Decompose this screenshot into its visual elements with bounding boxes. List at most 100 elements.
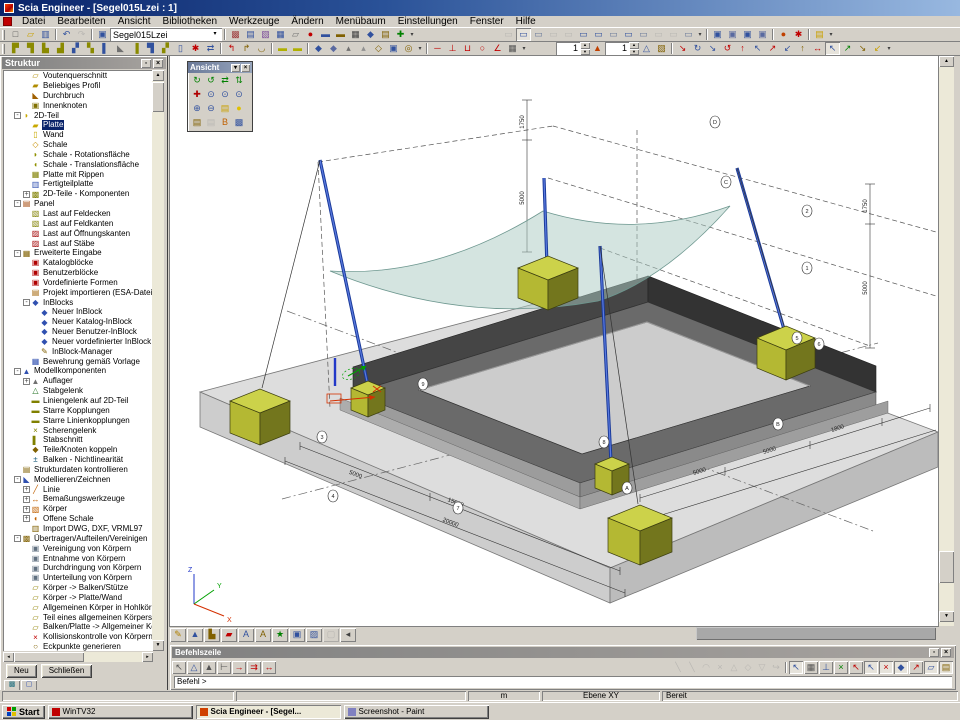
activity-tool-icon[interactable]: ↺: [720, 42, 735, 55]
menu-item[interactable]: Menübaum: [330, 16, 392, 28]
tree-item[interactable]: - ◗ 2D-Teil: [3, 110, 153, 120]
zoom-extent-icon[interactable]: ⊕: [190, 102, 204, 115]
viewport-tool-icon[interactable]: ▲: [187, 628, 203, 642]
menu-item[interactable]: Bearbeiten: [51, 16, 111, 28]
tree-expander-icon[interactable]: -: [14, 200, 21, 207]
view-layout-icon[interactable]: ▭: [651, 28, 666, 41]
taskbar-task[interactable]: Screenshot - Paint: [344, 705, 489, 719]
menu-item[interactable]: Ansicht: [112, 16, 157, 28]
tree-expander-icon[interactable]: +: [23, 486, 30, 493]
command-tool-icon[interactable]: ⊢: [217, 661, 231, 674]
tree-vertical-scrollbar[interactable]: ▲ ▼: [152, 70, 164, 651]
scroll-down-icon[interactable]: ▼: [939, 611, 954, 622]
tree-item[interactable]: + ▩ 2D-Teile - Komponenten: [3, 189, 153, 199]
zoom-extent-icon[interactable]: ⊖: [204, 102, 218, 115]
sidebar-tab[interactable]: ▩: [4, 680, 20, 690]
tree-item[interactable]: ▱ Allgemeinen Körper in Hohlkörper: [3, 603, 153, 613]
tree-item[interactable]: × Kollisionskontrolle von Körpern: [3, 632, 153, 642]
command-tool-icon[interactable]: ▲: [202, 661, 216, 674]
tree-expander-icon[interactable]: -: [14, 250, 21, 257]
snap-tool-icon[interactable]: ◠: [699, 661, 713, 674]
tree-expander-icon[interactable]: +: [23, 496, 30, 503]
viewport-tool-icon[interactable]: ★: [272, 628, 288, 642]
tree-item[interactable]: × Scherengelenk: [3, 425, 153, 435]
view-layout-icon[interactable]: ▭: [501, 28, 516, 41]
project-tool-icon[interactable]: ✚: [393, 28, 408, 41]
tree-item[interactable]: ▌ Stabschnitt: [3, 435, 153, 445]
file-tool-icon[interactable]: ▱: [23, 28, 38, 41]
tree-expander-icon[interactable]: -: [14, 535, 21, 542]
misc-tool-icon[interactable]: ●: [776, 28, 791, 41]
snap-tool-icon[interactable]: ↖: [849, 661, 863, 674]
toolbar-grip[interactable]: [2, 44, 5, 54]
toolbar-overflow-icon[interactable]: ▾: [885, 45, 893, 52]
view-rotate-icon[interactable]: ⇄: [218, 74, 232, 87]
render-mode-icon[interactable]: ▤: [190, 116, 204, 129]
start-button[interactable]: Start: [2, 705, 45, 719]
tree-item[interactable]: ◆ Neuer InBlock: [3, 307, 153, 317]
modify-tool-icon[interactable]: ◇: [371, 42, 386, 55]
pin-icon[interactable]: ▫: [141, 59, 151, 68]
tree-item[interactable]: ▰ Beliebiges Profil: [3, 81, 153, 91]
undo-redo-icon[interactable]: ↷: [74, 28, 89, 41]
tree-item[interactable]: ▬ Starre Linienkopplungen: [3, 416, 153, 426]
clipboard-icon[interactable]: ▣: [740, 28, 755, 41]
snap-tool-icon[interactable]: ◆: [894, 661, 908, 674]
tree-item[interactable]: ± Balken - Nichtlinearität: [3, 455, 153, 465]
project-tool-icon[interactable]: ▬: [333, 28, 348, 41]
tree-item[interactable]: + ▲ Auflager: [3, 376, 153, 386]
viewport-vertical-scrollbar[interactable]: ▲ ▼: [939, 56, 954, 626]
tree-item[interactable]: ▣ Unterteilung von Körpern: [3, 573, 153, 583]
project-tool-icon[interactable]: ▩: [228, 28, 243, 41]
tree-item[interactable]: ▨ Last auf Stäbe: [3, 238, 153, 248]
tree-expander-icon[interactable]: -: [14, 476, 21, 483]
modify-tool-icon[interactable]: ◎: [401, 42, 416, 55]
activity-tool-icon[interactable]: ↘: [855, 42, 870, 55]
snap-tool-icon[interactable]: ×: [879, 661, 893, 674]
tree-item[interactable]: ▦ Bewehrung gemäß Vorlage: [3, 356, 153, 366]
project-tool-icon[interactable]: ▤: [378, 28, 393, 41]
modify-tool-icon[interactable]: ◆: [311, 42, 326, 55]
clipboard-icon[interactable]: ▣: [710, 28, 725, 41]
snap-tool-icon[interactable]: ×: [713, 661, 727, 674]
toolbar-overflow-icon[interactable]: ▾: [696, 31, 704, 38]
view-layout-icon[interactable]: ▭: [681, 28, 696, 41]
section-tool-icon[interactable]: ▐: [128, 42, 143, 55]
viewport-tool-icon[interactable]: A: [238, 628, 254, 642]
view-layout-icon[interactable]: ▭: [636, 28, 651, 41]
render-mode-icon[interactable]: ▤: [204, 116, 218, 129]
status-plane[interactable]: Ebene XY: [542, 691, 660, 701]
tree-item[interactable]: ▱ Körper -> Balken/Stütze: [3, 583, 153, 593]
menu-item[interactable]: Fenster: [464, 16, 510, 28]
project-tool-icon[interactable]: ▦: [273, 28, 288, 41]
curve-tool-icon[interactable]: ◡: [254, 42, 269, 55]
tree-horizontal-scrollbar[interactable]: ◂ ▸: [3, 652, 153, 662]
title-bar[interactable]: Scia Engineer - [Segel015Lzei : 1]: [0, 0, 960, 16]
chevron-down-icon[interactable]: ▾: [231, 64, 240, 72]
view-layout-icon[interactable]: ▭: [591, 28, 606, 41]
toolbar-grip[interactable]: [2, 30, 5, 40]
tree-item[interactable]: + ◖ Offene Schale: [3, 514, 153, 524]
activity-spinner-1[interactable]: 1 ▲▼: [556, 42, 590, 55]
command-input[interactable]: Befehl >: [174, 676, 952, 688]
tree-item[interactable]: △ Stabgelenk: [3, 386, 153, 396]
section-tool-icon[interactable]: ▞: [158, 42, 173, 55]
activity-tool-icon[interactable]: ↻: [690, 42, 705, 55]
zoom-tool-icon[interactable]: ⊙: [218, 88, 232, 101]
view-layout-icon[interactable]: ▭: [621, 28, 636, 41]
activity-tool-icon[interactable]: ↗: [765, 42, 780, 55]
tree-item[interactable]: ▦ Platte mit Rippen: [3, 169, 153, 179]
section-tool-icon[interactable]: ✱: [188, 42, 203, 55]
3d-viewport-scene[interactable]: 1750 5000 1750 5000 15000 20000 5000 500…: [170, 56, 938, 626]
scrollbar-thumb[interactable]: [152, 82, 164, 112]
viewport-horizontal-scrollbar[interactable]: [696, 627, 936, 640]
snap-tool-icon[interactable]: ▱: [924, 661, 938, 674]
snap-tool-icon[interactable]: ╲: [671, 661, 685, 674]
section-tool-icon[interactable]: ▙: [38, 42, 53, 55]
viewport-tool-icon[interactable]: ▣: [289, 628, 305, 642]
tree-item[interactable]: ▣ Katalogblöcke: [3, 258, 153, 268]
section-tool-icon[interactable]: ▚: [83, 42, 98, 55]
tree-item[interactable]: ▣ Durchdringung von Körpern: [3, 563, 153, 573]
draw-tool-icon[interactable]: ○: [475, 42, 490, 55]
menu-item[interactable]: Hilfe: [510, 16, 542, 28]
